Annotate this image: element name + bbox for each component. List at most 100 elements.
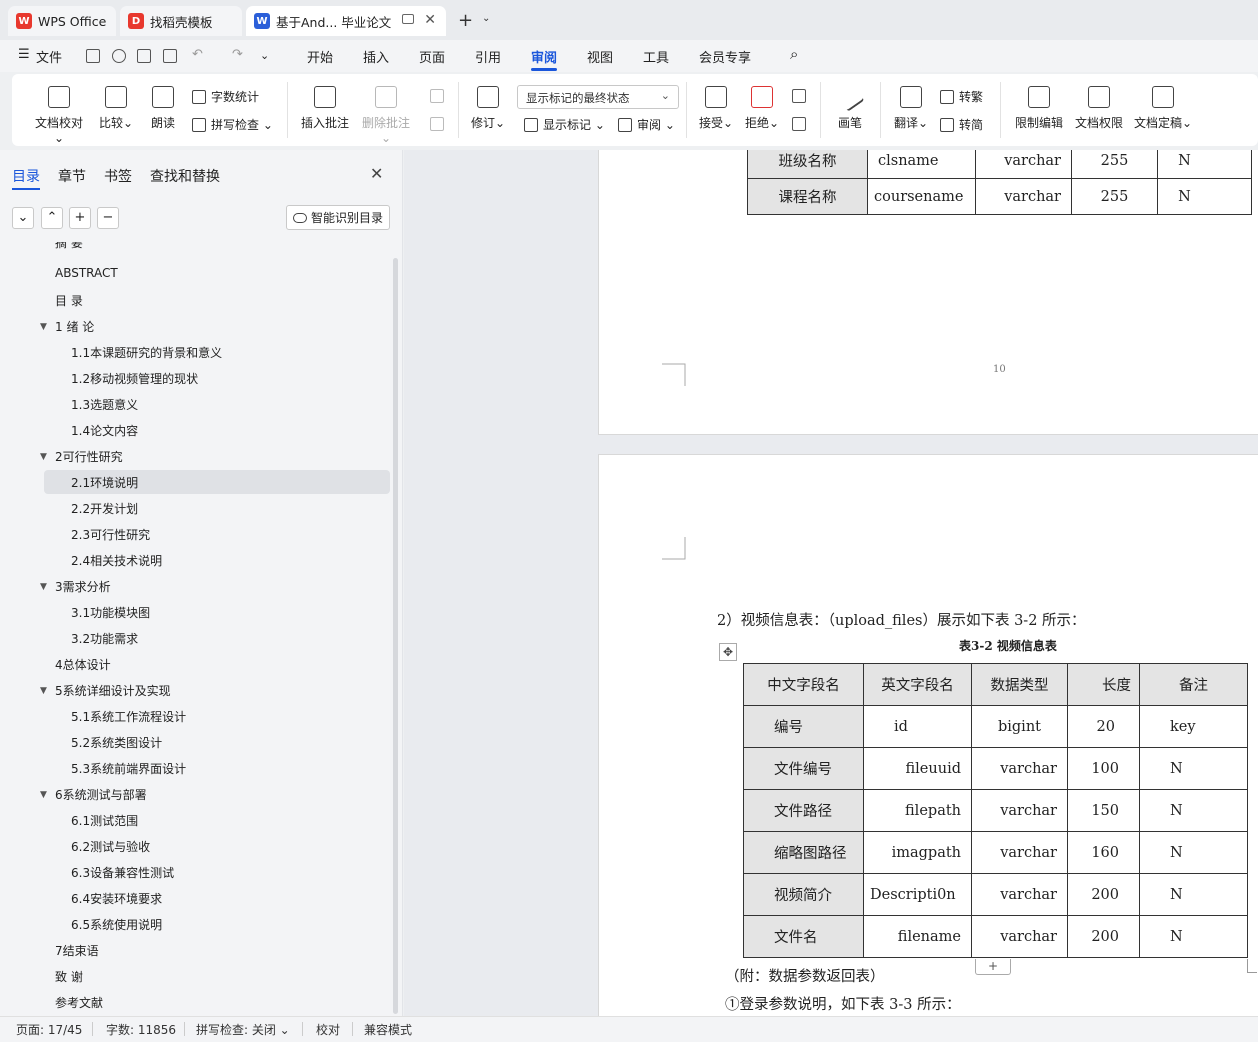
table-cell[interactable]: varchar bbox=[971, 915, 1068, 958]
toc-item[interactable]: 6.4安装环境要求 bbox=[71, 890, 162, 907]
toc-item[interactable]: 5系统详细设计及实现 bbox=[55, 682, 171, 699]
toc-item[interactable]: 6.3设备兼容性测试 bbox=[71, 864, 174, 881]
table-cell[interactable]: 100 bbox=[1067, 747, 1140, 790]
menu-tools[interactable]: 工具 bbox=[643, 47, 669, 66]
table-cell[interactable]: N bbox=[1157, 150, 1252, 179]
toc-item[interactable]: 参考文献 bbox=[55, 994, 103, 1011]
table-cell[interactable]: 视频简介 bbox=[743, 873, 864, 916]
fields-table-continued[interactable]: 班级名称 clsname varchar 255 N 课程名称 coursena… bbox=[747, 150, 1252, 215]
nav-scrollbar[interactable] bbox=[393, 258, 398, 1014]
paragraph[interactable]: （附：数据参数返回表） bbox=[725, 965, 885, 986]
tab-wps-office[interactable]: W WPS Office bbox=[8, 6, 116, 36]
toc-item[interactable]: 1 绪 论 bbox=[55, 318, 94, 335]
collapse-arrow-icon[interactable]: ▼ bbox=[40, 790, 47, 800]
prev-change-icon[interactable] bbox=[792, 89, 806, 103]
table-cell[interactable]: 文件名 bbox=[743, 915, 864, 958]
add-heading-button[interactable]: + bbox=[69, 207, 91, 229]
table-cell[interactable]: 缩略图路径 bbox=[743, 831, 864, 874]
nav-tab-chapters[interactable]: 章节 bbox=[58, 166, 86, 186]
table-cell[interactable]: 200 bbox=[1067, 873, 1140, 916]
collapse-arrow-icon[interactable]: ▼ bbox=[40, 582, 47, 592]
close-tab-icon[interactable]: ✕ bbox=[424, 12, 436, 28]
table-header-cell[interactable]: 备注 bbox=[1139, 663, 1248, 706]
status-page[interactable]: 页面: 17/45 bbox=[16, 1021, 82, 1038]
table-cell[interactable]: varchar bbox=[971, 873, 1068, 916]
toc-item[interactable]: 6.2测试与验收 bbox=[71, 838, 150, 855]
table-resize-handle[interactable] bbox=[1247, 959, 1257, 973]
insert-comment-button[interactable]: 插入批注 bbox=[300, 86, 350, 131]
table-cell[interactable]: N bbox=[1139, 831, 1248, 874]
table-cell[interactable]: N bbox=[1139, 789, 1248, 832]
nav-tab-toc[interactable]: 目录 bbox=[12, 166, 40, 186]
smart-toc-button[interactable]: 智能识别目录 bbox=[286, 205, 390, 230]
paragraph[interactable]: 2）视频信息表：（upload_files）展示如下表 3-2 所示： bbox=[717, 609, 1086, 630]
document-canvas[interactable]: 班级名称 clsname varchar 255 N 课程名称 coursena… bbox=[404, 150, 1258, 1016]
status-word-count[interactable]: 字数: 11856 bbox=[106, 1021, 176, 1038]
toc-item-selected[interactable]: 2.1环境说明 bbox=[71, 474, 138, 491]
toc-item[interactable]: 6系统测试与部署 bbox=[55, 786, 147, 803]
toc-item[interactable]: 摘 要 bbox=[55, 242, 83, 251]
toc-item[interactable]: 1.3选题意义 bbox=[71, 396, 138, 413]
toc-item[interactable]: 5.1系统工作流程设计 bbox=[71, 708, 186, 725]
accept-button[interactable]: 接受⌄ bbox=[698, 86, 734, 131]
new-tab-button[interactable]: + bbox=[458, 10, 473, 31]
collapse-up-button[interactable]: ⌃ bbox=[41, 207, 63, 229]
nav-tab-bookmarks[interactable]: 书签 bbox=[104, 166, 132, 186]
table-cell[interactable]: varchar bbox=[971, 747, 1068, 790]
menu-references[interactable]: 引用 bbox=[475, 47, 501, 66]
to-simplified-button[interactable]: 转简 bbox=[940, 116, 983, 133]
paragraph[interactable]: ①登录参数说明，如下表 3-3 所示： bbox=[725, 993, 961, 1014]
table-cell[interactable]: N bbox=[1139, 915, 1248, 958]
toc-item[interactable]: 5.3系统前端界面设计 bbox=[71, 760, 186, 777]
video-info-table[interactable]: 中文字段名 英文字段名 数据类型 长度 备注 编号 id bigint 20 k… bbox=[743, 663, 1248, 958]
toc-item[interactable]: 2.2开发计划 bbox=[71, 500, 138, 517]
toc-item[interactable]: 1.1本课题研究的背景和意义 bbox=[71, 344, 222, 361]
doc-proofread-button[interactable]: 文档校对⌄ bbox=[30, 86, 88, 145]
table-header-cell[interactable]: 中文字段名 bbox=[743, 663, 864, 706]
markup-state-select[interactable]: 显示标记的最终状态 ⌄ bbox=[517, 85, 679, 109]
pen-button[interactable]: 画笔 bbox=[832, 82, 868, 131]
nav-tab-find-replace[interactable]: 查找和替换 bbox=[150, 166, 220, 186]
table-cell[interactable]: 150 bbox=[1067, 789, 1140, 832]
prev-comment-icon[interactable] bbox=[430, 89, 444, 103]
table-cell[interactable]: fileuuid bbox=[863, 747, 972, 790]
compare-button[interactable]: 比较⌄ bbox=[96, 86, 136, 131]
toc-item[interactable]: 3.1功能模块图 bbox=[71, 604, 150, 621]
status-proofread[interactable]: 校对 bbox=[316, 1021, 340, 1038]
table-cell[interactable]: 文件编号 bbox=[743, 747, 864, 790]
menu-page[interactable]: 页面 bbox=[419, 47, 445, 66]
table-header-cell[interactable]: 英文字段名 bbox=[863, 663, 972, 706]
monitor-icon[interactable] bbox=[402, 14, 414, 24]
menu-view[interactable]: 视图 bbox=[587, 47, 613, 66]
table-cell[interactable]: varchar bbox=[971, 831, 1068, 874]
search-icon[interactable]: ⌕ bbox=[790, 45, 798, 63]
menu-file[interactable]: 文件 bbox=[36, 47, 62, 66]
table-caption[interactable]: 表3-2 视频信息表 bbox=[959, 637, 1057, 654]
remove-heading-button[interactable]: − bbox=[97, 207, 119, 229]
table-cell[interactable]: 255 bbox=[1071, 178, 1158, 215]
print-preview-icon[interactable] bbox=[163, 49, 177, 63]
hamburger-icon[interactable]: ☰ bbox=[18, 47, 30, 62]
menu-insert[interactable]: 插入 bbox=[363, 47, 389, 66]
menu-home[interactable]: 开始 bbox=[307, 47, 333, 66]
toc-item[interactable]: 2可行性研究 bbox=[55, 448, 123, 465]
collapse-arrow-icon[interactable]: ▼ bbox=[40, 322, 47, 332]
doc-finalize-button[interactable]: 文档定稿⌄ bbox=[1132, 86, 1194, 131]
redo-icon[interactable]: ↷ bbox=[232, 47, 243, 62]
table-header-cell[interactable]: 数据类型 bbox=[971, 663, 1068, 706]
table-cell[interactable]: Descripti0n bbox=[863, 873, 972, 916]
table-cell[interactable]: bigint bbox=[971, 705, 1068, 748]
doc-permission-button[interactable]: 文档权限 bbox=[1072, 86, 1126, 131]
table-cell[interactable]: N bbox=[1139, 747, 1248, 790]
collapse-arrow-icon[interactable]: ▼ bbox=[40, 452, 47, 462]
menu-review[interactable]: 审阅 bbox=[531, 47, 557, 66]
table-cell[interactable]: id bbox=[863, 705, 972, 748]
table-cell[interactable]: varchar bbox=[975, 150, 1072, 179]
toc-item[interactable]: 目 录 bbox=[55, 292, 83, 309]
table-cell[interactable]: filepath bbox=[863, 789, 972, 832]
status-spell-check[interactable]: 拼写检查: 关闭 ⌄ bbox=[196, 1021, 290, 1038]
to-traditional-button[interactable]: 转繁 bbox=[940, 88, 983, 105]
table-cell[interactable]: varchar bbox=[971, 789, 1068, 832]
close-panel-icon[interactable]: ✕ bbox=[370, 164, 383, 183]
menu-membership[interactable]: 会员专享 bbox=[699, 47, 751, 66]
